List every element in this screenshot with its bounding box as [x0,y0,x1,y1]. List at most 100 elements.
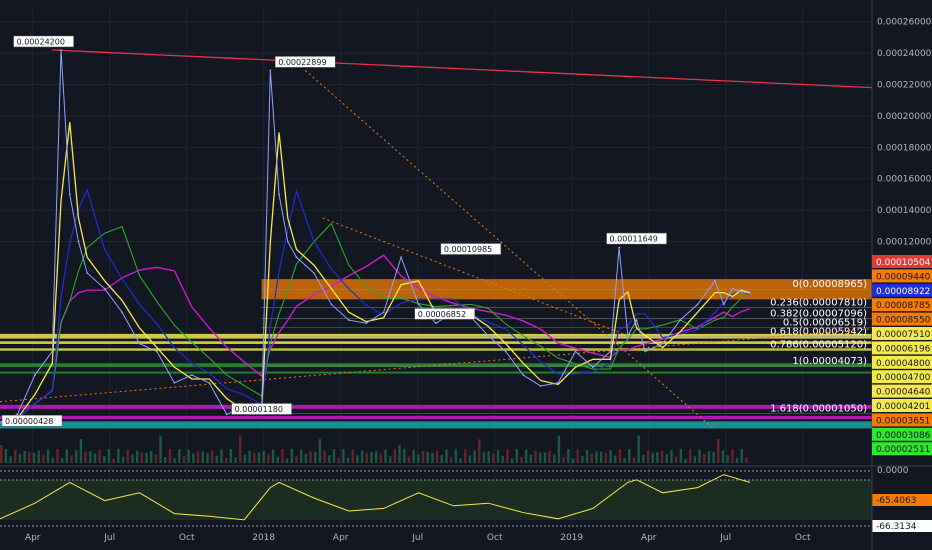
price-point [539,385,542,387]
price-point [644,350,647,353]
volume-bar [271,449,275,463]
time-tick-label: Oct [487,533,503,543]
price-badge-text: 0.00006196 [876,344,931,354]
volume-bar [56,449,59,463]
volume-bar [93,453,97,463]
volume-bar [632,457,636,463]
price-point [347,319,350,321]
volume-bar [187,450,190,463]
support-band [0,333,872,339]
volume-bar [107,449,111,463]
volume-bar [267,454,270,463]
volume-bar [693,456,697,463]
price-badge-text: 0.00007510 [876,330,931,340]
volume-bar [674,456,678,463]
support-band [0,421,872,429]
price-point [618,246,621,249]
volume-bar [557,435,561,463]
volume-bar [548,450,551,463]
volume-bar [253,452,256,463]
price-tick-label: 0.00014000 [877,206,932,216]
volume-bar [735,457,739,463]
volume-bar [543,452,547,463]
price-point [626,334,629,337]
volume-bar [309,451,312,463]
price-tick-label: 0.00022000 [877,81,932,91]
price-point [295,256,298,259]
volume-bar [478,439,481,463]
volume-bar [524,449,528,463]
volume-bar [346,457,350,463]
fib-level-label: 1(0.00004073) [792,356,867,367]
volume-bar [210,450,214,463]
price-point [661,342,664,345]
volume-bar [79,439,83,463]
volume-bar [299,449,303,463]
volume-bar [707,451,711,463]
price-badge-text: 0.00008922 [876,287,930,297]
price-tick-label: 0.00018000 [877,143,932,153]
volume-bar [651,452,654,463]
volume-bar [192,453,195,463]
price-chart[interactable]: Apr Jul Oct 2018 Apr Jul Oct 2019 Apr Jul Oct 0.000… [0,0,932,550]
volume-bar [609,450,612,463]
peak-label: 0.00000428 [5,417,53,426]
volume-bar [656,452,659,463]
volume-bar [717,438,720,463]
volume-bar [140,452,144,463]
volume-bar [229,449,233,463]
price-point [417,303,420,306]
time-tick-label: Oct [795,533,811,543]
volume-bar [595,451,598,463]
volume-bar [337,457,340,463]
price-point [138,342,141,345]
volume-bar [403,449,406,463]
volume-bar [121,456,125,463]
volume-bar [154,454,158,463]
volume-bar [562,456,565,463]
volume-bar [407,456,411,463]
volume-bar [679,449,683,463]
volume-bar [628,449,631,463]
time-tick-label: 2019 [560,533,583,543]
price-point [77,240,80,243]
volume-bar [112,458,115,463]
support-band [0,341,872,344]
volume-bar [4,449,8,463]
price-point [278,193,280,196]
volume-bar [712,451,715,463]
price-point [33,374,36,376]
volume-bar [421,450,425,463]
volume-bar [46,449,50,463]
volume-bar [206,453,209,463]
price-point [731,287,734,290]
fib-level-label: 0.236(0.00007810) [770,297,867,308]
peak-label: 0.00022899 [278,58,326,67]
price-point [740,290,743,293]
price-badge-text: 0.00003651 [876,416,930,426]
chart-container: Apr Jul Oct 2018 Apr Jul Oct 2019 Apr Jul Oct 0.000… [0,0,932,550]
volume-bar [646,450,650,463]
volume-bar [74,450,78,463]
volume-bar [168,449,172,463]
volume-bar [459,458,462,463]
volume-bar [257,452,261,463]
volume-bar [149,450,153,463]
volume-bar [398,444,401,463]
volume-bar [314,451,317,463]
volume-bar [576,449,579,463]
price-point [522,374,525,376]
volume-bar [295,456,298,463]
price-badge-text: 0.00002511 [876,445,930,455]
volume-bar [384,449,387,463]
price-point [190,374,193,376]
volume-bar [684,458,687,463]
price-point [173,381,176,384]
volume-bar [618,449,622,463]
volume-bar [182,455,186,463]
price-badge-text: 0.00004201 [876,402,930,412]
volume-bar [89,451,92,463]
peak-label: 0.00011649 [610,235,658,244]
volume-bar [234,457,237,463]
peak-label: 0.00010985 [444,245,492,254]
